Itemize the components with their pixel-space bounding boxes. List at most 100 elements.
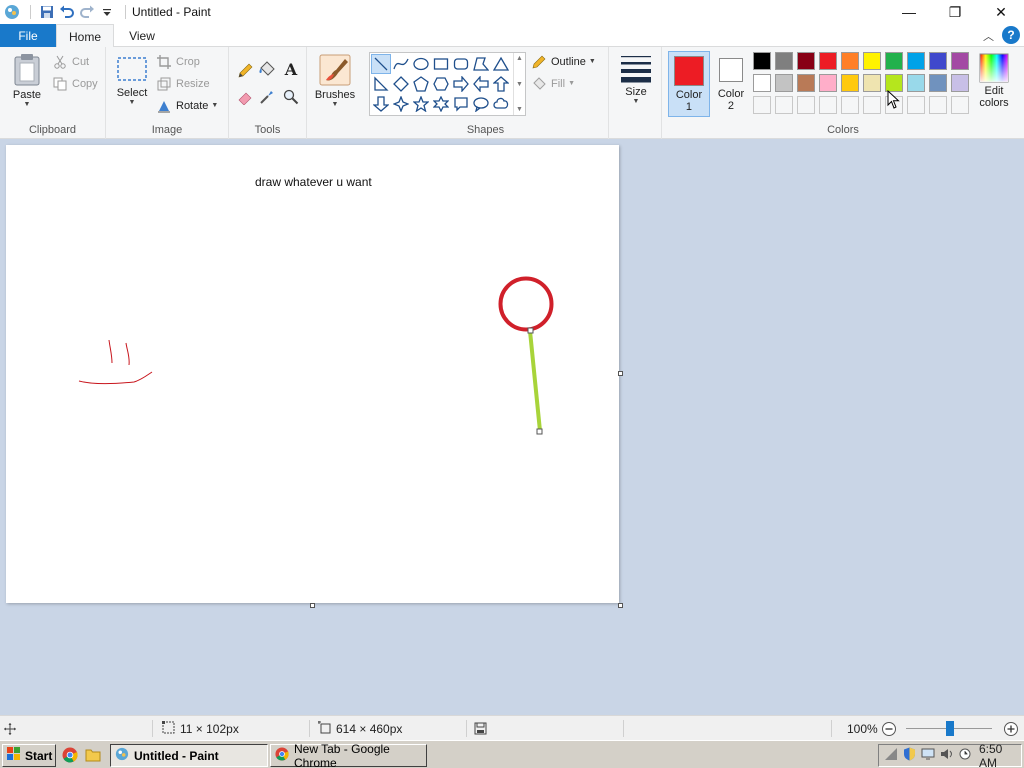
cloud-callout-shape-icon[interactable] xyxy=(491,94,511,114)
monitor-icon[interactable] xyxy=(921,748,935,763)
palette-swatch[interactable] xyxy=(841,74,859,92)
palette-swatch[interactable] xyxy=(819,52,837,70)
palette-swatch[interactable] xyxy=(951,52,969,70)
color2-button[interactable]: Color 2 xyxy=(710,51,752,117)
paste-button[interactable]: Paste ▼ xyxy=(8,53,46,109)
taskbar-paint-button[interactable]: Untitled - Paint xyxy=(110,744,268,767)
palette-swatch[interactable] xyxy=(797,52,815,70)
help-icon[interactable]: ? xyxy=(1002,26,1020,44)
curve-shape-icon[interactable] xyxy=(391,54,411,74)
custom-color-slot[interactable] xyxy=(775,96,793,114)
security-shield-icon[interactable] xyxy=(903,747,916,764)
five-point-star-shape-icon[interactable] xyxy=(411,94,431,114)
palette-swatch[interactable] xyxy=(775,74,793,92)
custom-color-slot[interactable] xyxy=(841,96,859,114)
rotate-button[interactable]: Rotate ▼ xyxy=(156,96,218,116)
custom-color-slot[interactable] xyxy=(951,96,969,114)
tab-home[interactable]: Home xyxy=(56,24,114,48)
custom-color-slot[interactable] xyxy=(863,96,881,114)
hexagon-shape-icon[interactable] xyxy=(431,74,451,94)
eraser-icon[interactable] xyxy=(235,87,255,107)
zoom-in-button[interactable] xyxy=(1003,716,1019,741)
right-triangle-shape-icon[interactable] xyxy=(371,74,391,94)
chrome-quicklaunch-icon[interactable] xyxy=(62,747,80,765)
custom-color-slot[interactable] xyxy=(819,96,837,114)
taskbar-chrome-button[interactable]: New Tab - Google Chrome xyxy=(270,742,427,768)
undo-icon[interactable] xyxy=(57,1,77,23)
canvas-resize-handle-right[interactable] xyxy=(618,371,623,376)
rectangle-shape-icon[interactable] xyxy=(431,54,451,74)
text-tool-icon[interactable]: A xyxy=(281,59,301,79)
system-clock[interactable]: 6:50 AM xyxy=(979,742,1021,768)
palette-swatch[interactable] xyxy=(929,74,947,92)
select-button[interactable]: Select ▼ xyxy=(114,55,150,107)
minimize-button[interactable]: — xyxy=(886,0,932,24)
outline-button[interactable]: Outline ▼ xyxy=(531,52,596,72)
custom-color-slot[interactable] xyxy=(907,96,925,114)
crop-button[interactable]: Crop xyxy=(156,52,200,72)
folder-quicklaunch-icon[interactable] xyxy=(85,747,103,765)
custom-color-slot[interactable] xyxy=(753,96,771,114)
color1-button[interactable]: Color 1 xyxy=(668,51,710,117)
start-button[interactable]: Start xyxy=(2,744,56,767)
volume-icon[interactable] xyxy=(940,748,954,763)
paint-app-icon[interactable] xyxy=(2,1,22,23)
scroll-down-icon[interactable]: ▼ xyxy=(516,81,523,88)
palette-swatch[interactable] xyxy=(863,74,881,92)
palette-swatch[interactable] xyxy=(797,74,815,92)
oval-shape-icon[interactable] xyxy=(411,54,431,74)
palette-swatch[interactable] xyxy=(929,52,947,70)
shapes-scrollbar[interactable]: ▲ ▼ ▼ xyxy=(513,53,525,115)
six-point-star-shape-icon[interactable] xyxy=(431,94,451,114)
save-icon[interactable] xyxy=(37,1,57,23)
rounded-rectangle-shape-icon[interactable] xyxy=(451,54,471,74)
cut-button[interactable]: Cut xyxy=(52,52,89,72)
magnifier-icon[interactable] xyxy=(281,87,301,107)
palette-swatch[interactable] xyxy=(907,74,925,92)
canvas-resize-handle-corner[interactable] xyxy=(618,603,623,608)
scroll-up-icon[interactable]: ▲ xyxy=(516,55,523,62)
canvas-resize-handle-bottom[interactable] xyxy=(310,603,315,608)
color-picker-icon[interactable] xyxy=(257,87,277,107)
line-shape-icon[interactable] xyxy=(371,54,391,74)
customize-quick-access-icon[interactable] xyxy=(97,1,117,23)
palette-swatch[interactable] xyxy=(753,52,771,70)
palette-swatch[interactable] xyxy=(775,52,793,70)
left-arrow-shape-icon[interactable] xyxy=(471,74,491,94)
zoom-out-button[interactable] xyxy=(881,716,897,741)
diamond-shape-icon[interactable] xyxy=(391,74,411,94)
copy-button[interactable]: Copy xyxy=(52,74,98,94)
brushes-button[interactable]: Brushes ▼ xyxy=(313,53,357,109)
triangle-shape-icon[interactable] xyxy=(491,54,511,74)
palette-swatch[interactable] xyxy=(951,74,969,92)
tab-view[interactable]: View xyxy=(114,24,170,47)
redo-icon[interactable] xyxy=(77,1,97,23)
size-button[interactable]: Size ▼ xyxy=(617,54,655,106)
right-arrow-shape-icon[interactable] xyxy=(451,74,471,94)
fill-button[interactable]: Fill ▼ xyxy=(531,74,575,94)
palette-swatch[interactable] xyxy=(907,52,925,70)
zoom-slider-thumb[interactable] xyxy=(946,721,954,736)
custom-color-slot[interactable] xyxy=(797,96,815,114)
expand-gallery-icon[interactable]: ▼ xyxy=(516,106,523,113)
fill-bucket-icon[interactable] xyxy=(257,59,277,79)
line-endpoint-handle[interactable] xyxy=(536,428,543,435)
line-endpoint-handle[interactable] xyxy=(527,327,534,334)
four-point-star-shape-icon[interactable] xyxy=(391,94,411,114)
pentagon-shape-icon[interactable] xyxy=(411,74,431,94)
resize-button[interactable]: Resize xyxy=(156,74,210,94)
down-arrow-shape-icon[interactable] xyxy=(371,94,391,114)
network-icon[interactable] xyxy=(884,747,898,764)
palette-swatch[interactable] xyxy=(863,52,881,70)
minimize-ribbon-icon[interactable]: ︿ xyxy=(983,28,994,44)
close-button[interactable]: ✕ xyxy=(978,0,1024,24)
polygon-shape-icon[interactable] xyxy=(471,54,491,74)
drawing-canvas[interactable]: draw whatever u want xyxy=(6,145,619,603)
up-arrow-shape-icon[interactable] xyxy=(491,74,511,94)
edit-colors-button[interactable]: Edit colors xyxy=(974,53,1014,109)
palette-swatch[interactable] xyxy=(841,52,859,70)
custom-color-slot[interactable] xyxy=(929,96,947,114)
rounded-callout-shape-icon[interactable] xyxy=(451,94,471,114)
tab-file[interactable]: File xyxy=(0,24,56,47)
palette-swatch[interactable] xyxy=(819,74,837,92)
